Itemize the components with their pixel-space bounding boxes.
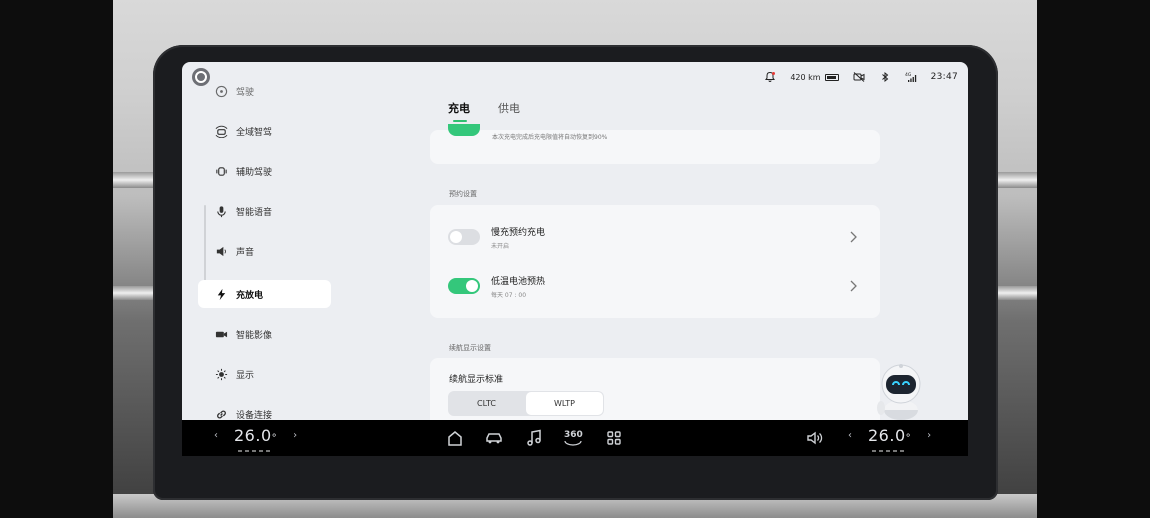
sidebar-item-label: 声音 [236,247,255,258]
sun-icon [214,367,228,381]
section-title-schedule: 预约设置 [449,190,477,198]
sidebar-item-label: 设备连接 [236,410,273,421]
passenger-temperature: 26.0° [868,426,911,445]
sidebar-item-full-domain-autopilot[interactable]: 全域智驾 [198,117,331,145]
range-standard-segmented-control: CLTC WLTP [448,391,604,416]
charge-limit-card: 本次充电完成后充电限值将自动恢复到90% [430,124,880,164]
voice-assistant-robot[interactable] [874,362,928,420]
sidebar-item-label: 全域智驾 [236,127,273,138]
row-title: 慢充预约充电 [491,228,546,238]
driver-temperature: 26.0° [234,426,277,445]
section-title-range-display: 续航显示设置 [449,344,491,352]
temp-decrease-button[interactable]: ‹ [848,430,852,441]
sidebar-item-label: 驾驶 [236,87,255,98]
fan-level-indicator [872,450,904,452]
degree-symbol: ° [271,433,278,444]
tab-power-supply[interactable]: 供电 [498,100,520,116]
range-standard-label: 续航显示标准 [449,375,504,385]
apps-grid-icon[interactable] [605,428,623,448]
music-icon[interactable] [525,428,543,448]
camera-off-icon[interactable] [853,71,865,83]
settings-sidebar: 驾驶 全域智驾 辅助驾驶 智能语音 声音 充放电 智能影像 显示 设备连接 [196,80,336,420]
microphone-icon [214,204,228,218]
chevron-right-icon[interactable] [848,278,858,292]
fan-level-indicator [238,450,270,452]
volume-icon[interactable] [805,428,823,448]
slow-charge-schedule-toggle[interactable] [448,229,480,245]
slow-charge-schedule-row[interactable]: 慢充预约充电 未开启 [448,225,862,255]
sidebar-item-label: 显示 [236,370,255,381]
tab-charging[interactable]: 充电 [448,100,470,122]
bottom-dock: ‹ 26.0° › 360 ‹ 26.0° › [182,420,968,456]
range-indicator: 420 km [790,72,839,82]
range-text: 420 km [790,72,821,82]
passenger-temperature-control: ‹ 26.0° › [848,426,931,452]
car-radar-icon [214,124,228,138]
status-bar: 420 km 4G 23:47 [764,68,958,86]
home-icon[interactable] [446,428,464,448]
sidebar-item-assisted-driving[interactable]: 辅助驾驶 [198,157,331,185]
infotainment-screen: 420 km 4G 23:47 驾驶 全域智驾 辅助驾驶 智能语音 声音 充放电… [182,62,968,420]
passenger-temperature-value: 26.0 [868,426,906,445]
row-subtitle: 未开启 [491,243,510,250]
left-border [0,0,113,518]
battery-preheat-toggle[interactable] [448,278,480,294]
camera-360-icon[interactable]: 360 [564,428,583,448]
charge-limit-toggle[interactable] [448,124,480,136]
view-360-label: 360 [564,430,583,440]
sidebar-item-smart-voice[interactable]: 智能语音 [198,197,331,225]
sidebar-item-driving[interactable]: 驾驶 [198,77,331,105]
schedule-card: 慢充预约充电 未开启 低温电池预热 每天 07 : 00 [430,205,880,318]
option-wltp[interactable]: WLTP [526,392,603,415]
right-border [1037,0,1150,518]
driver-temperature-value: 26.0 [234,426,272,445]
sidebar-item-label: 充放电 [236,290,264,301]
sidebar-item-device-connection[interactable]: 设备连接 [198,400,331,420]
option-cltc[interactable]: CLTC [448,391,525,416]
sidebar-item-label: 智能语音 [236,207,273,218]
signal-4g-icon: 4G [905,71,917,83]
car-icon[interactable] [485,428,503,448]
steering-wheel-icon [214,84,228,98]
sidebar-item-label: 辅助驾驶 [236,167,273,178]
battery-preheat-row[interactable]: 低温电池预热 每天 07 : 00 [448,274,862,304]
charge-tabs: 充电 供电 [448,100,520,122]
degree-symbol: ° [905,433,912,444]
range-display-card: 续航显示标准 CLTC WLTP [430,358,880,420]
row-title: 低温电池预热 [491,277,546,287]
temp-increase-button[interactable]: › [293,430,297,441]
svg-text:4G: 4G [905,72,912,78]
video-camera-icon [214,327,228,341]
chevron-right-icon[interactable] [848,229,858,243]
charge-limit-note: 本次充电完成后充电限值将自动恢复到90% [492,134,608,141]
sidebar-item-sound[interactable]: 声音 [198,237,331,265]
sidebar-item-charging[interactable]: 充放电 [198,280,331,308]
temp-decrease-button[interactable]: ‹ [214,430,218,441]
driver-temperature-control: ‹ 26.0° › [214,426,297,452]
speaker-icon [214,244,228,258]
battery-icon [824,73,839,81]
temp-increase-button[interactable]: › [927,430,931,441]
driver-assist-icon [214,164,228,178]
row-subtitle: 每天 07 : 00 [491,292,527,299]
sidebar-item-smart-imaging[interactable]: 智能影像 [198,320,331,348]
bluetooth-icon[interactable] [879,71,891,83]
lightning-icon [214,287,228,301]
bell-icon[interactable] [764,71,776,83]
sidebar-item-label: 智能影像 [236,330,273,341]
clock: 23:47 [930,72,958,82]
sidebar-item-display[interactable]: 显示 [198,360,331,388]
link-icon [214,407,228,420]
